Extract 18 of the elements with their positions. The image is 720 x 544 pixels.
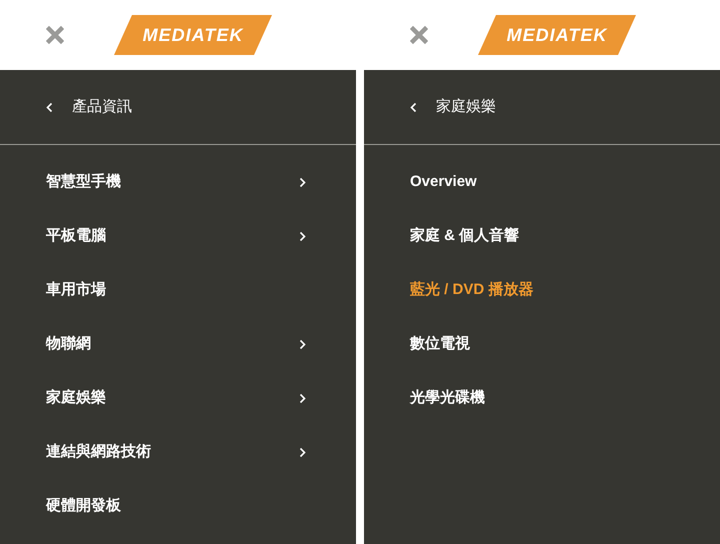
menu-item[interactable]: 車用市場 (46, 278, 106, 302)
back-link[interactable]: 產品資訊 (0, 70, 356, 145)
close-icon[interactable] (410, 26, 428, 44)
menu-item[interactable]: Overview (410, 170, 477, 194)
menu-item[interactable]: 家庭娛樂 (46, 386, 106, 410)
menu-item[interactable]: 智慧型手機 (46, 170, 121, 194)
menu-item[interactable]: 物聯網 (46, 332, 91, 356)
close-icon[interactable] (46, 26, 64, 44)
back-chevron-icon (410, 102, 417, 112)
menu-item[interactable]: 藍光 / DVD 播放器 (410, 278, 534, 302)
menu-item[interactable]: 家庭 & 個人音響 (410, 224, 520, 248)
menu-item[interactable]: 平板電腦 (46, 224, 106, 248)
menu-item[interactable]: 硬體開發板 (46, 494, 121, 518)
back-link[interactable]: 家庭娛樂 (364, 70, 720, 145)
menu-item[interactable]: 數位電視 (410, 332, 470, 356)
back-chevron-icon (46, 102, 53, 112)
menu-item[interactable]: 連結與網路技術 (46, 440, 151, 464)
menu-item[interactable]: 光學光碟機 (410, 386, 485, 410)
